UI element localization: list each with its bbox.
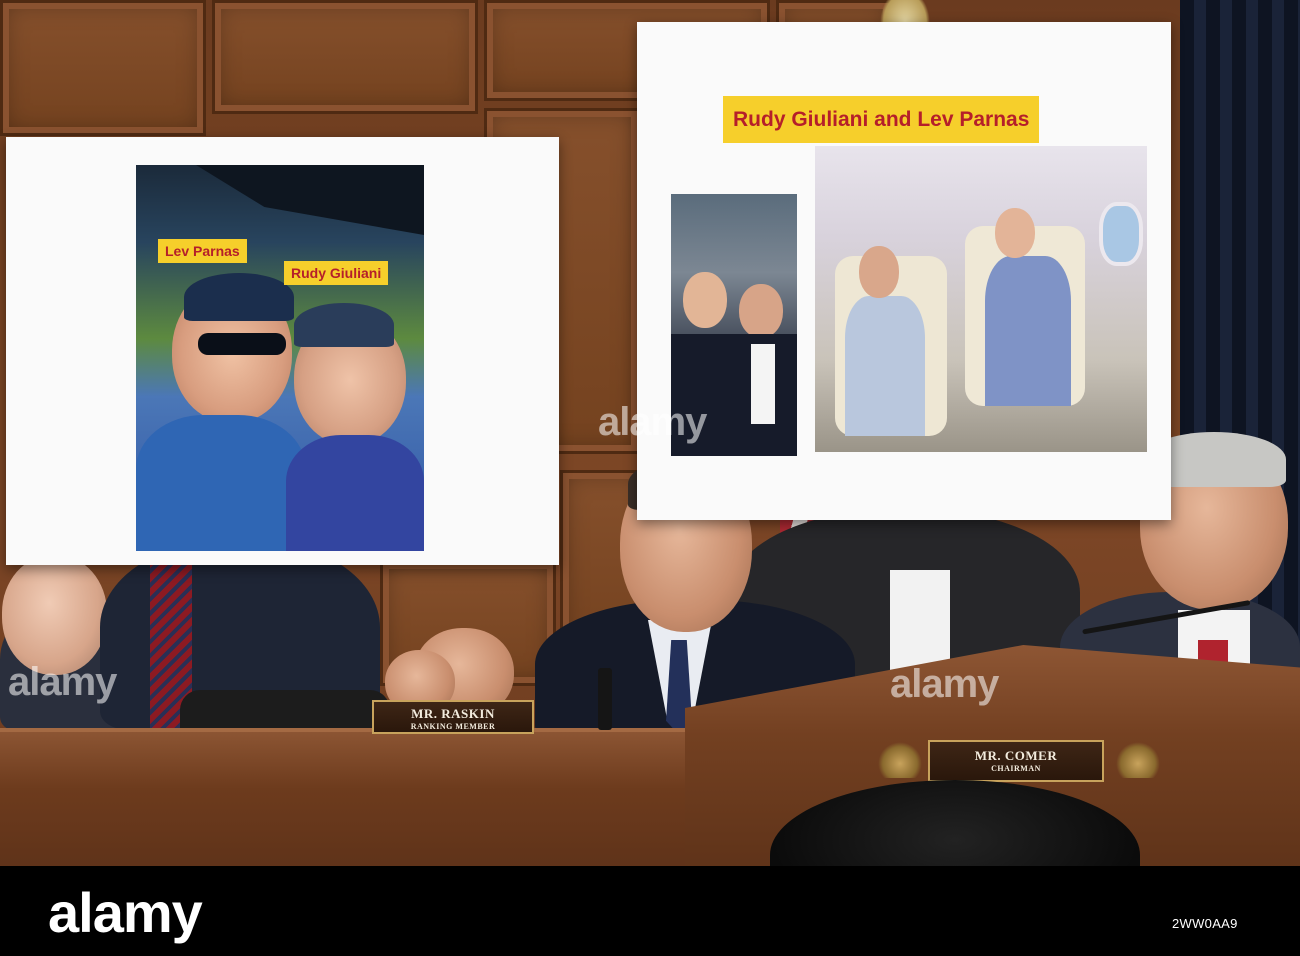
private-jet-photo: [815, 146, 1147, 452]
man-left-cap: [184, 273, 294, 321]
label-rudy-giuliani: Rudy Giuliani: [284, 261, 389, 285]
hearing-room-scene: Lev Parnas Rudy Giuliani Rudy Giuliani a…: [0, 0, 1300, 870]
golf-selfie-photo: [136, 165, 424, 551]
nameplate-comer-name: MR. COMER: [974, 748, 1058, 763]
nameplate-ornament-left: [878, 742, 922, 778]
nameplate-raskin-title: RANKING MEMBER: [410, 722, 496, 731]
poster-title-rudy-giuliani-and-lev-parnas: Rudy Giuliani and Lev Parnas: [723, 96, 1040, 143]
right-poster: Rudy Giuliani and Lev Parnas: [637, 22, 1171, 520]
nameplate-raskin: MR. RASKIN RANKING MEMBER: [372, 700, 534, 734]
watermark-overlay: alamy: [8, 660, 117, 704]
nameplate-comer-title: CHAIRMAN: [991, 764, 1041, 773]
watermark-overlay: alamy: [890, 662, 999, 706]
blue-polo-right: [286, 435, 424, 551]
wall-panel: [212, 0, 478, 114]
white-shirt: [890, 570, 950, 670]
wall-panel: [0, 0, 206, 136]
giuliani-face-stadium: [683, 272, 727, 328]
nameplate-comer: MR. COMER CHAIRMAN: [928, 740, 1104, 782]
sunglasses: [198, 333, 286, 355]
white-shirt-stadium: [751, 344, 775, 424]
nameplate-raskin-name: MR. RASKIN: [411, 706, 495, 721]
parnas-jet: [845, 296, 925, 436]
jet-window: [1099, 202, 1143, 266]
image-id: 2WW0AA9: [1172, 916, 1238, 931]
blue-polo-left: [136, 415, 306, 551]
watermark-overlay: alamy: [598, 400, 707, 444]
left-poster: Lev Parnas Rudy Giuliani: [6, 137, 559, 565]
giuliani-jet: [985, 256, 1071, 406]
parnas-jet-face: [859, 246, 899, 298]
person-left-head: [2, 555, 107, 675]
golf-cart-roof: [196, 165, 424, 235]
nameplate-ornament-right: [1116, 742, 1160, 778]
man-right-cap: [294, 303, 394, 347]
label-lev-parnas: Lev Parnas: [158, 239, 247, 263]
giuliani-jet-face: [995, 208, 1035, 258]
parnas-face-stadium: [739, 284, 783, 338]
microphone-raskin: [598, 668, 612, 730]
alamy-logo: alamy: [48, 881, 203, 944]
